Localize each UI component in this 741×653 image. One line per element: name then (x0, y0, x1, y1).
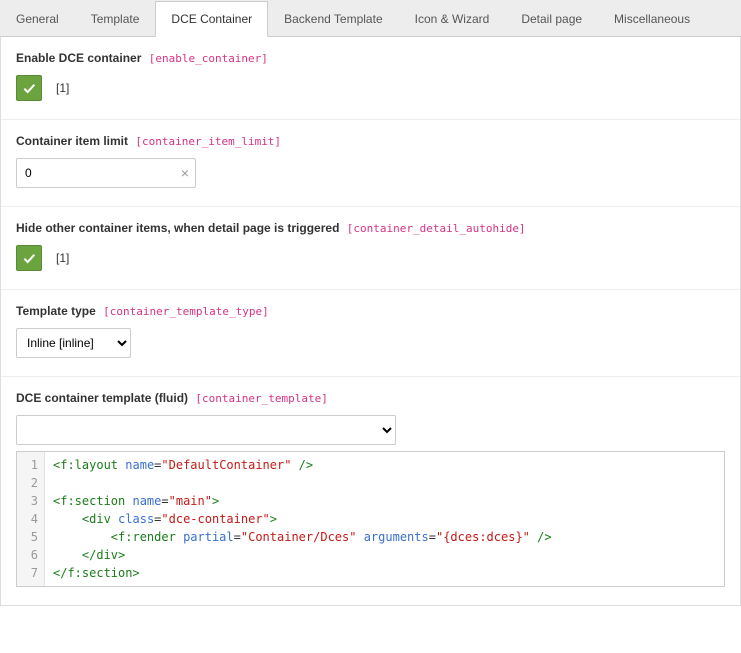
check-icon (21, 250, 37, 266)
container-template-label: DCE container template (fluid) (16, 391, 188, 405)
section-template-type: Template type [container_template_type] … (1, 290, 740, 377)
tab-icon-wizard[interactable]: Icon & Wizard (399, 1, 506, 37)
template-type-select[interactable]: Inline [inline] (16, 328, 131, 358)
section-item-limit: Container item limit [container_item_lim… (1, 120, 740, 207)
enable-container-value: [1] (56, 81, 69, 95)
tab-detail-page[interactable]: Detail page (505, 1, 598, 37)
tab-template[interactable]: Template (75, 1, 156, 37)
section-container-template: DCE container template (fluid) [containe… (1, 377, 740, 605)
check-icon (21, 80, 37, 96)
detail-autohide-checkbox[interactable] (16, 245, 42, 271)
item-limit-label: Container item limit (16, 134, 128, 148)
container-template-fieldname: [container_template] (195, 392, 327, 405)
detail-autohide-label: Hide other container items, when detail … (16, 221, 339, 235)
detail-autohide-value: [1] (56, 251, 69, 265)
enable-container-checkbox[interactable] (16, 75, 42, 101)
tab-miscellaneous[interactable]: Miscellaneous (598, 1, 706, 37)
item-limit-input[interactable] (16, 158, 196, 188)
tab-general[interactable]: General (0, 1, 75, 37)
editor-gutter: 1 2 3 4 5 6 7 (17, 452, 45, 586)
template-type-fieldname: [container_template_type] (103, 305, 269, 318)
enable-container-fieldname: [enable_container] (149, 52, 268, 65)
detail-autohide-fieldname: [container_detail_autohide] (347, 222, 526, 235)
section-detail-autohide: Hide other container items, when detail … (1, 207, 740, 290)
tab-backend-template[interactable]: Backend Template (268, 1, 399, 37)
section-enable-container: Enable DCE container [enable_container] … (1, 37, 740, 120)
tab-panel: Enable DCE container [enable_container] … (0, 37, 741, 606)
container-template-select[interactable] (16, 415, 396, 445)
tab-bar: General Template DCE Container Backend T… (0, 0, 741, 37)
editor-content[interactable]: <f:layout name="DefaultContainer" /> <f:… (45, 452, 724, 586)
enable-container-label: Enable DCE container (16, 51, 141, 65)
tab-dce-container[interactable]: DCE Container (155, 1, 268, 37)
template-type-label: Template type (16, 304, 96, 318)
item-limit-fieldname: [container_item_limit] (135, 135, 281, 148)
clear-icon[interactable]: × (181, 165, 189, 181)
code-editor[interactable]: 1 2 3 4 5 6 7 <f:layout name="DefaultCon… (16, 451, 725, 587)
